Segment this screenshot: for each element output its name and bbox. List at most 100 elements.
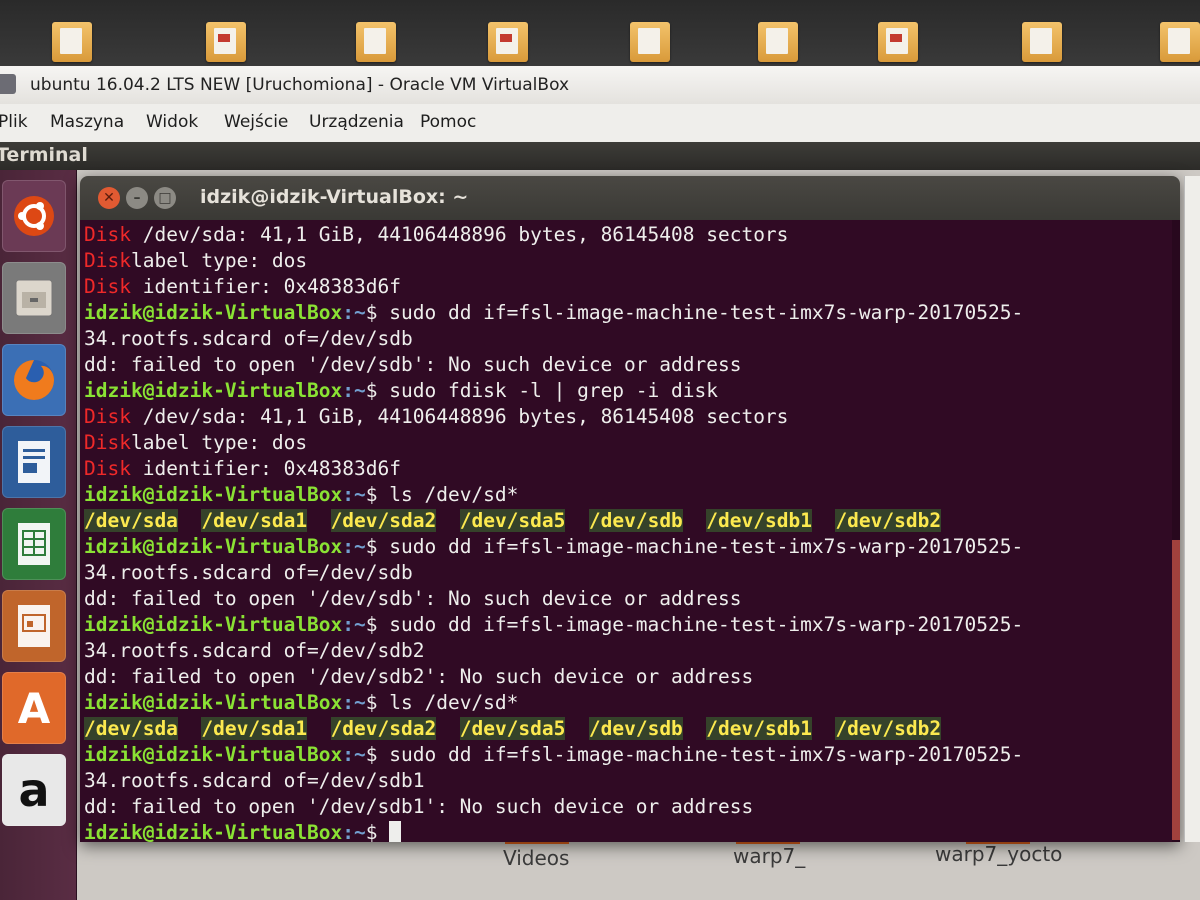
- desktop-label-warp7: warp7_: [733, 844, 806, 868]
- prompt-symbol: $: [365, 743, 390, 766]
- host-folder-icon[interactable]: [878, 22, 918, 62]
- virtualbox-icon: [0, 74, 16, 94]
- minimize-button[interactable]: –: [126, 187, 148, 209]
- disk-keyword: Disk: [84, 431, 131, 454]
- virtualbox-titlebar: ubuntu 16.04.2 LTS NEW [Uruchomiona] - O…: [0, 66, 1200, 105]
- active-app-title: Terminal: [0, 144, 88, 166]
- prompt-path: :~: [342, 379, 366, 402]
- terminal-line: /dev/sda /dev/sda1 /dev/sda2 /dev/sda5 /…: [84, 716, 1180, 742]
- device-entry: /dev/sdb: [588, 509, 683, 532]
- disk-keyword: Disk: [84, 275, 131, 298]
- prompt-user: idzik@idzik-VirtualBox: [84, 613, 343, 636]
- menu-maszyna[interactable]: Maszyna: [50, 112, 124, 132]
- command-text: ls /dev/sd*: [389, 691, 519, 714]
- command-text: sudo fdisk -l | grep -i disk: [389, 379, 718, 402]
- line-text: dd: failed to open '/dev/sdb': No such d…: [84, 353, 742, 376]
- device-entry: /dev/sdb2: [835, 717, 942, 740]
- line-text: label type: dos: [130, 431, 308, 454]
- terminal-line: dd: failed to open '/dev/sdb1': No such …: [84, 794, 1180, 820]
- terminal-line: dd: failed to open '/dev/sdb2': No such …: [84, 664, 1180, 690]
- device-entry: /dev/sda2: [330, 509, 437, 532]
- menu-urzadzenia[interactable]: Urządzenia: [309, 112, 404, 132]
- device-entry: /dev/sda1: [201, 509, 308, 532]
- prompt-path: :~: [342, 691, 366, 714]
- terminal-line: dd: failed to open '/dev/sdb': No such d…: [84, 586, 1180, 612]
- command-text: sudo dd if=fsl-image-machine-test-imx7s-…: [389, 613, 1024, 636]
- terminal-line: idzik@idzik-VirtualBox:~$ ls /dev/sd*: [84, 690, 1180, 716]
- terminal-line: idzik@idzik-VirtualBox:~$ sudo dd if=fsl…: [84, 742, 1180, 768]
- prompt-symbol: $: [365, 301, 390, 324]
- prompt-symbol: $: [365, 821, 390, 842]
- background-window-edge: [1184, 176, 1200, 842]
- menu-wejscie[interactable]: Wejście: [224, 112, 288, 132]
- close-button[interactable]: ✕: [98, 187, 120, 209]
- host-folder-icon[interactable]: [630, 22, 670, 62]
- files-icon[interactable]: [2, 262, 66, 334]
- menu-plik[interactable]: Plik: [0, 112, 28, 132]
- host-folder-icon[interactable]: [52, 22, 92, 62]
- prompt-path: :~: [342, 743, 366, 766]
- line-text: /dev/sda: 41,1 GiB, 44106448896 bytes, 8…: [130, 405, 789, 428]
- device-entry: /dev/sda: [84, 717, 178, 740]
- writer-icon[interactable]: [2, 426, 66, 498]
- host-folder-icon[interactable]: [1022, 22, 1062, 62]
- amazon-icon[interactable]: a: [2, 754, 66, 826]
- disk-keyword: Disk: [84, 405, 131, 428]
- calc-icon[interactable]: [2, 508, 66, 580]
- disk-keyword: Disk: [84, 223, 131, 246]
- firefox-icon[interactable]: [2, 344, 66, 416]
- maximize-button[interactable]: □: [154, 187, 176, 209]
- host-folder-icon[interactable]: [758, 22, 798, 62]
- prompt-user: idzik@idzik-VirtualBox: [84, 743, 343, 766]
- line-text: /dev/sda: 41,1 GiB, 44106448896 bytes, 8…: [130, 223, 789, 246]
- prompt-symbol: $: [365, 483, 390, 506]
- host-folder-icon[interactable]: [488, 22, 528, 62]
- terminal-output[interactable]: Disk /dev/sda: 41,1 GiB, 44106448896 byt…: [80, 220, 1180, 842]
- menu-widok[interactable]: Widok: [146, 112, 198, 132]
- command-text: sudo dd if=fsl-image-machine-test-imx7s-…: [389, 301, 1024, 324]
- prompt-path: :~: [342, 483, 366, 506]
- prompt-user: idzik@idzik-VirtualBox: [84, 821, 343, 842]
- terminal-titlebar: ✕ – □ idzik@idzik-VirtualBox: ~: [80, 176, 1180, 220]
- device-entry: /dev/sda1: [201, 717, 308, 740]
- device-entry: /dev/sda: [84, 509, 178, 532]
- command-text: ls /dev/sd*: [389, 483, 519, 506]
- terminal-line: idzik@idzik-VirtualBox:~$ sudo dd if=fsl…: [84, 534, 1180, 560]
- terminal-line: Disk identifier: 0x48383d6f: [84, 456, 1180, 482]
- impress-icon[interactable]: [2, 590, 66, 662]
- ubuntu-dash-icon[interactable]: [2, 180, 66, 252]
- disk-keyword: Disk: [84, 457, 131, 480]
- unity-launcher: A a: [0, 170, 77, 900]
- line-text: 34.rootfs.sdcard of=/dev/sdb2: [84, 639, 425, 662]
- terminal-line: 34.rootfs.sdcard of=/dev/sdb1: [84, 768, 1180, 794]
- prompt-user: idzik@idzik-VirtualBox: [84, 691, 343, 714]
- host-folder-icon[interactable]: [356, 22, 396, 62]
- terminal-line: idzik@idzik-VirtualBox:~$ ls /dev/sd*: [84, 482, 1180, 508]
- host-folder-icon[interactable]: [206, 22, 246, 62]
- command-text: sudo dd if=fsl-image-machine-test-imx7s-…: [389, 535, 1024, 558]
- line-text: label type: dos: [130, 249, 308, 272]
- ubuntu-top-panel: Terminal: [0, 142, 1200, 170]
- device-entry: /dev/sdb2: [835, 509, 942, 532]
- terminal-line: idzik@idzik-VirtualBox:~$ sudo fdisk -l …: [84, 378, 1180, 404]
- software-center-icon[interactable]: A: [2, 672, 66, 744]
- prompt-user: idzik@idzik-VirtualBox: [84, 379, 343, 402]
- terminal-line: 34.rootfs.sdcard of=/dev/sdb: [84, 560, 1180, 586]
- terminal-scrollbar[interactable]: [1172, 220, 1180, 842]
- device-entry: /dev/sda5: [459, 717, 566, 740]
- terminal-line: idzik@idzik-VirtualBox:~$ sudo dd if=fsl…: [84, 612, 1180, 638]
- disk-keyword: Disk: [84, 249, 131, 272]
- prompt-user: idzik@idzik-VirtualBox: [84, 535, 343, 558]
- prompt-path: :~: [342, 301, 366, 324]
- menu-pomoc[interactable]: Pomoc: [420, 112, 476, 132]
- line-text: dd: failed to open '/dev/sdb2': No such …: [84, 665, 754, 688]
- prompt-symbol: $: [365, 691, 390, 714]
- desktop-label-videos: Videos: [503, 846, 570, 870]
- host-folder-icon[interactable]: [1160, 22, 1200, 62]
- terminal-line: 34.rootfs.sdcard of=/dev/sdb: [84, 326, 1180, 352]
- terminal-title: idzik@idzik-VirtualBox: ~: [200, 186, 469, 208]
- terminal-line: 34.rootfs.sdcard of=/dev/sdb2: [84, 638, 1180, 664]
- window-title: ubuntu 16.04.2 LTS NEW [Uruchomiona] - O…: [30, 75, 570, 95]
- scroll-thumb[interactable]: [1172, 540, 1180, 840]
- command-text: sudo dd if=fsl-image-machine-test-imx7s-…: [389, 743, 1024, 766]
